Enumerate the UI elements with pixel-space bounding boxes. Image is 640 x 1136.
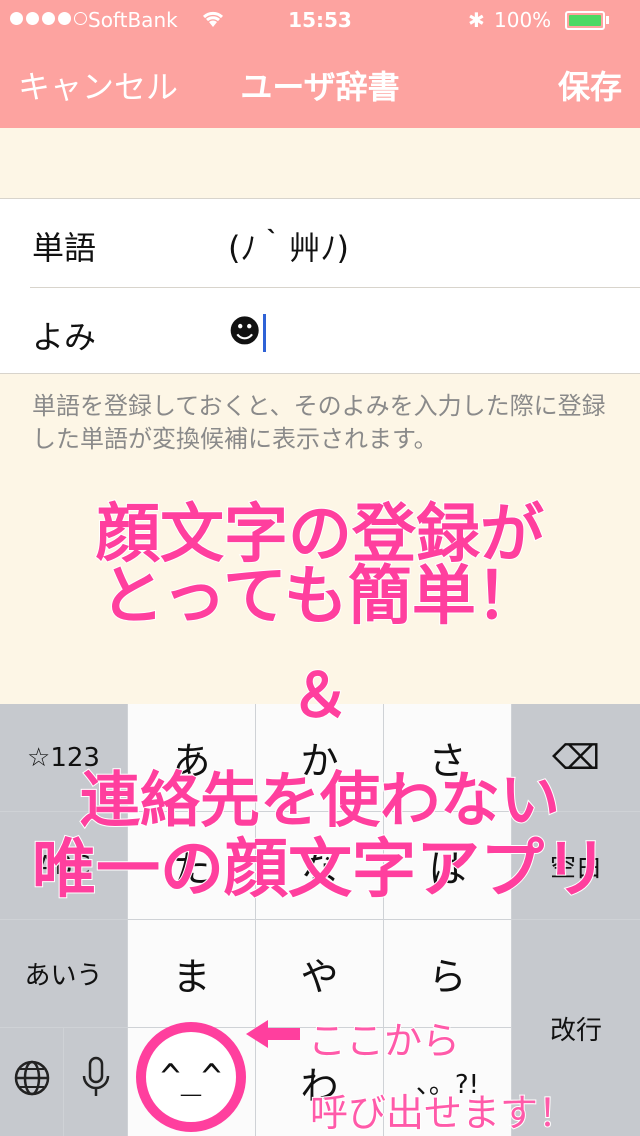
text-cursor <box>263 314 267 352</box>
promo-line-1: 顔文字の登録が <box>95 498 545 572</box>
promo-headline-1: 顔文字の登録が とっても簡単！ <box>0 498 640 634</box>
word-field[interactable]: (ﾉ｀艸ﾉ) <box>228 223 349 269</box>
globe-key[interactable] <box>0 1028 63 1136</box>
save-button[interactable]: 保存 <box>558 62 622 108</box>
top-bar: SoftBank 15:53 ✱ 100% キャンセル ユーザ辞書 保存 <box>0 0 640 128</box>
help-text: 単語を登録しておくと、そのよみを入力した際に登録した単語が変換候補に表示されます… <box>32 392 606 453</box>
status-bar: SoftBank 15:53 ✱ 100% <box>0 0 640 40</box>
promo-headline-3: 唯一の顔文字アプリ <box>31 833 609 907</box>
emoticon-label: ^_^ <box>160 1057 222 1097</box>
word-row[interactable]: 単語 (ﾉ｀艸ﾉ) <box>0 199 640 287</box>
promo-line-2: とっても簡単！ <box>99 560 541 634</box>
microphone-icon <box>81 1056 111 1109</box>
arrow-left-icon <box>246 1020 268 1048</box>
battery-icon <box>565 11 605 30</box>
key-kana-mode[interactable]: あいう <box>0 920 127 1027</box>
callout-line-1: ここから <box>307 1018 461 1064</box>
key-ma[interactable]: ま <box>128 920 255 1027</box>
promo-ampersand: ＆ <box>289 661 351 731</box>
reading-value: ☻ <box>228 312 262 350</box>
bluetooth-icon: ✱ <box>468 8 485 32</box>
page-title: ユーザ辞書 <box>240 68 400 106</box>
mic-key[interactable] <box>64 1028 127 1136</box>
emoticon-button[interactable]: ^_^ <box>136 1022 246 1132</box>
word-label: 単語 <box>32 229 97 267</box>
promo-headline-2: 連絡先を使わない <box>79 766 561 836</box>
callout-line-2: 呼び出せます！ <box>309 1090 577 1136</box>
reading-field[interactable]: ☻ <box>228 312 267 352</box>
battery-percent: 100% <box>494 8 552 32</box>
reading-row[interactable]: よみ ☻ <box>30 287 640 375</box>
globe-icon <box>12 1058 52 1107</box>
dictionary-form: 単語 (ﾉ｀艸ﾉ) よみ ☻ <box>0 198 640 374</box>
reading-label: よみ <box>32 318 97 356</box>
